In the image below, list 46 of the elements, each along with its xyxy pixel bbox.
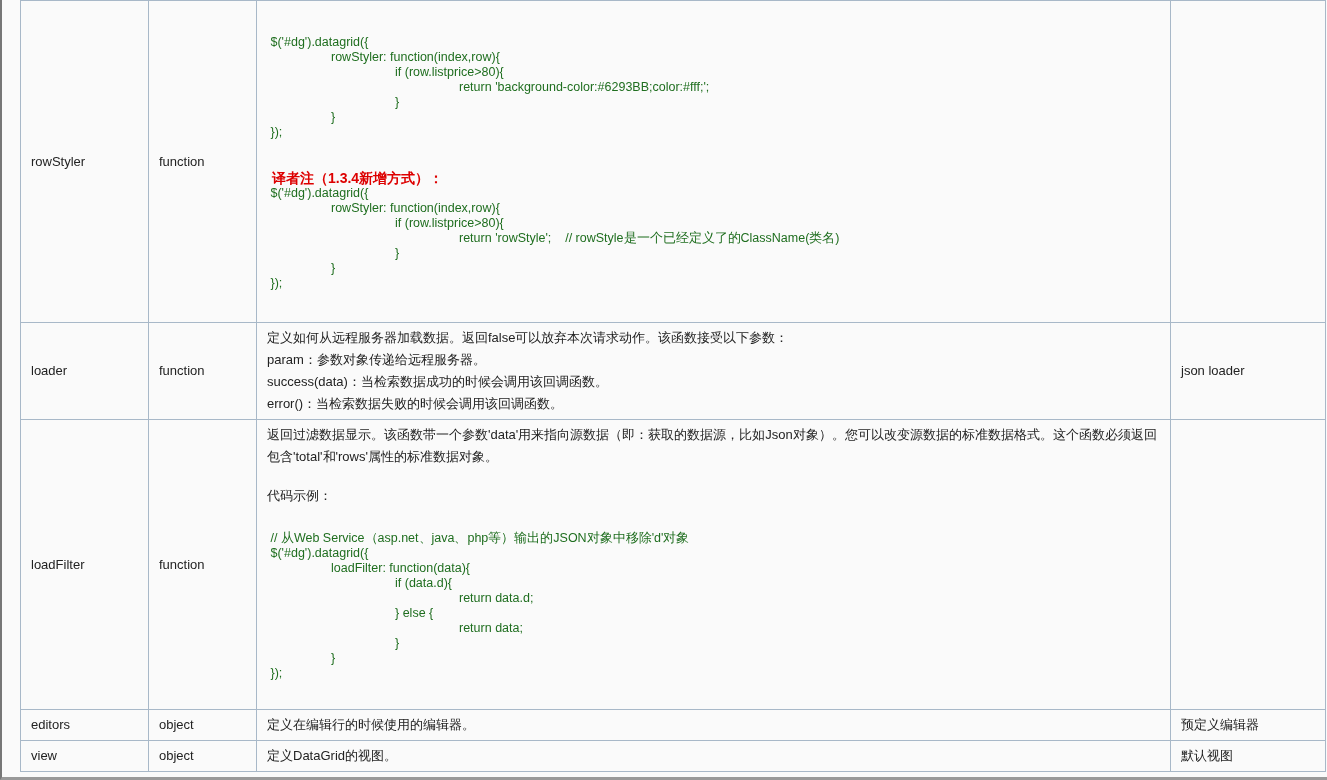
property-type: object — [159, 717, 194, 733]
property-type: function — [159, 556, 205, 572]
default-value: 预定义编辑器 — [1181, 717, 1259, 733]
code-line: rowStyler: function(index,row){ — [330, 201, 501, 216]
code-line: } — [394, 246, 401, 261]
translator-note: 译者注（1.3.4新增方式）： — [272, 170, 444, 186]
code-line: rowStyler: function(index,row){ — [330, 50, 501, 65]
code-line: }); — [269, 276, 284, 291]
code-line: } — [330, 261, 337, 276]
property-name: editors — [31, 717, 71, 733]
code-line: return data; — [458, 621, 524, 636]
code-line: } else { — [394, 606, 435, 621]
description-text: success(data)：当检索数据成功的时候会调用该回调函数。 — [267, 373, 609, 391]
description-text: 代码示例： — [267, 487, 333, 505]
code-line: } — [330, 651, 337, 666]
description-text: param：参数对象传递给远程服务器。 — [267, 351, 487, 369]
description-text: 定义DataGrid的视图。 — [267, 747, 399, 765]
property-name: loadFilter — [31, 556, 85, 572]
code-line: // 从Web Service（asp.net、java、php等）输出的JSON对象中移除'd'对象 — [269, 531, 691, 546]
code-line: } — [394, 636, 401, 651]
code-line: } — [394, 95, 401, 110]
code-line: return 'background-color:#6293BB;color:#fff;'; — [458, 80, 711, 95]
description-text: 定义在编辑行的时候使用的编辑器。 — [267, 716, 476, 734]
code-line: $('#dg').datagrid({ — [269, 546, 370, 561]
code-line: if (data.d){ — [394, 576, 453, 591]
default-value: json loader — [1181, 363, 1245, 379]
code-line: return 'rowStyle'; // rowStyle是一个已经定义了的ClassName(类名) — [458, 231, 841, 246]
property-type: function — [159, 153, 205, 169]
code-line: }); — [269, 125, 284, 140]
code-line: if (row.listprice>80){ — [394, 216, 505, 231]
code-line: $('#dg').datagrid({ — [269, 35, 370, 50]
code-line: $('#dg').datagrid({ — [269, 186, 370, 201]
code-line: } — [330, 110, 337, 125]
description-text: error()：当检索数据失败的时候会调用该回调函数。 — [267, 395, 565, 413]
code-line: }); — [269, 666, 284, 681]
default-value: 默认视图 — [1181, 748, 1233, 764]
property-name: loader — [31, 363, 68, 379]
code-line: return data.d; — [458, 591, 535, 606]
code-line: if (row.listprice>80){ — [394, 65, 505, 80]
property-name: view — [31, 748, 57, 764]
description-text: 返回过滤数据显示。该函数带一个参数'data'用来指向源数据（即：获取的数据源，比如Json对象）。您可以改变源数据的标准数据格式。这个函数必须返回包含'total'和'rows'属性的标准数据对象。 — [267, 426, 1158, 466]
code-line: loadFilter: function(data){ — [330, 561, 471, 576]
property-type: function — [159, 363, 205, 379]
property-name: rowStyler — [31, 153, 86, 169]
description-text: 定义如何从远程服务器加载数据。返回false可以放弃本次请求动作。该函数接受以下参数： — [267, 329, 790, 347]
property-type: object — [159, 748, 194, 764]
